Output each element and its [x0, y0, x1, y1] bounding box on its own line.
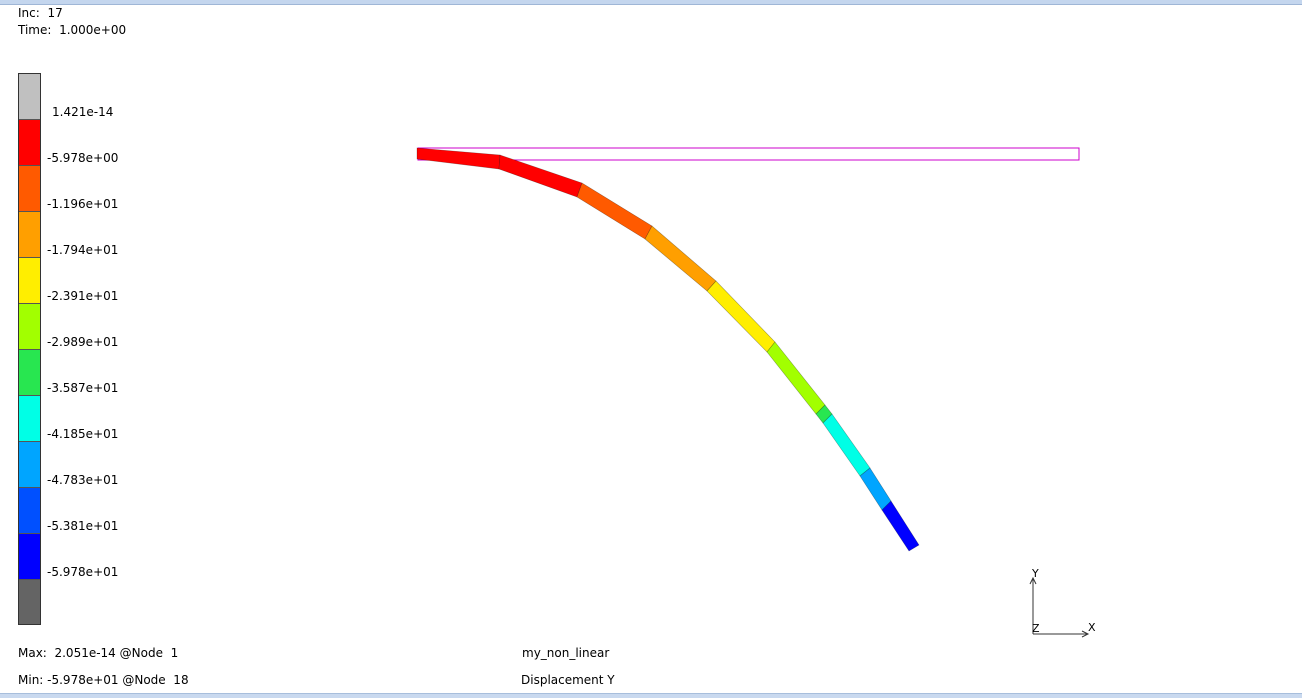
post-processing-viewport[interactable]: Inc: 17 Time: 1.000e+00 1.421e-14 -5.978…	[0, 0, 1302, 698]
beam-element	[766, 341, 826, 415]
z-axis-label: Z	[1032, 622, 1040, 635]
deformed-beam[interactable]	[416, 147, 920, 552]
min-value-info: Min: -5.978e+01 @Node 18	[18, 673, 189, 687]
x-axis-label: X	[1088, 621, 1096, 634]
job-name: my_non_linear	[522, 646, 610, 660]
max-value-info: Max: 2.051e-14 @Node 1	[18, 646, 179, 660]
undeformed-beam-outline	[417, 147, 1080, 161]
beam-element	[706, 280, 776, 353]
beam-element	[822, 413, 871, 477]
beam-element	[859, 467, 892, 511]
beam-element	[416, 147, 501, 170]
model-canvas[interactable]: Y X Z	[0, 0, 1302, 698]
result-name: Displacement Y	[521, 673, 615, 687]
beam-element	[576, 182, 653, 240]
beam-element	[498, 154, 583, 198]
y-axis-label: Y	[1031, 567, 1039, 580]
beam-element	[644, 225, 717, 292]
window-bottom-border	[0, 693, 1302, 698]
beam-element	[881, 500, 920, 552]
